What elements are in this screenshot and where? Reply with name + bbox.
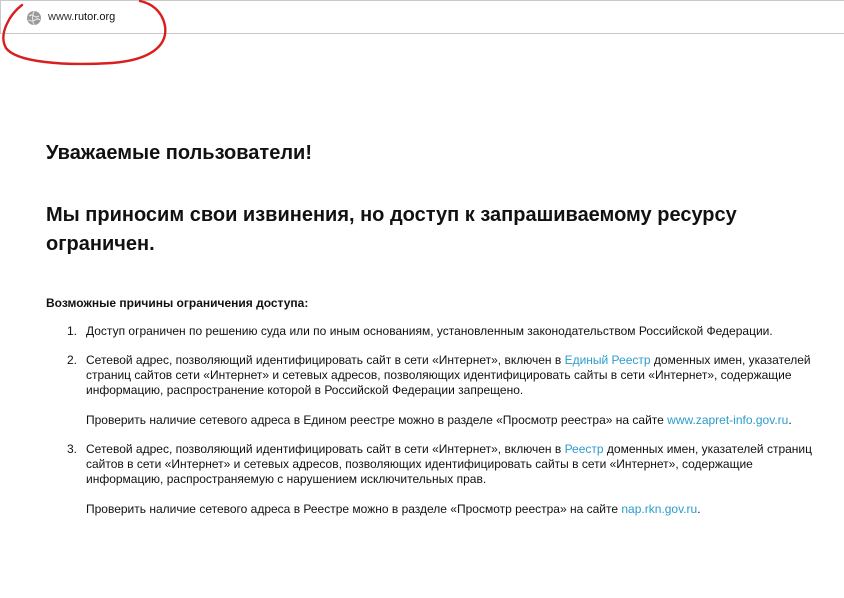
reason-item-1: 1. Доступ ограничен по решению суда или … [46, 324, 831, 339]
nap-rkn-link[interactable]: nap.rkn.gov.ru [621, 502, 697, 516]
reason-number: 1. [67, 324, 78, 338]
reason-item-3: 3. Сетевой адрес, позволяющий идентифици… [46, 442, 831, 517]
reasons-list: 1. Доступ ограничен по решению суда или … [46, 324, 831, 517]
registry-link[interactable]: Реестр [565, 442, 604, 456]
note-text: Проверить наличие сетевого адреса в Реес… [86, 502, 622, 516]
reason-text-part: Сетевой адрес, позволяющий идентифициров… [86, 353, 565, 367]
url-domain: rutor.org [74, 11, 116, 23]
reason-number: 3. [67, 442, 78, 456]
reason-check-note: Проверить наличие сетевого адреса в Реес… [86, 502, 831, 517]
greeting-heading: Уважаемые пользователи! [46, 142, 312, 164]
reason-check-note: Проверить наличие сетевого адреса в Един… [86, 413, 831, 428]
reason-text: Сетевой адрес, позволяющий идентифициров… [86, 353, 831, 398]
reasons-title: Возможные причины ограничения доступа: [46, 296, 309, 310]
reason-text: Доступ ограничен по решению суда или по … [86, 324, 773, 338]
reason-item-2: 2. Сетевой адрес, позволяющий идентифици… [46, 353, 831, 428]
reason-number: 2. [67, 353, 78, 367]
address-bar[interactable]: www.rutor.org [0, 0, 844, 34]
reason-text-part: Сетевой адрес, позволяющий идентифициров… [86, 442, 565, 456]
access-restricted-heading: Мы приносим свои извинения, но доступ к … [46, 204, 737, 255]
note-text: . [697, 502, 701, 516]
globe-icon [27, 10, 41, 26]
note-text: . [788, 413, 792, 427]
reason-text: Сетевой адрес, позволяющий идентифициров… [86, 442, 831, 487]
url-text[interactable]: www.rutor.org [48, 11, 115, 23]
zapret-info-link[interactable]: www.zapret-info.gov.ru [667, 413, 788, 427]
note-text: Проверить наличие сетевого адреса в Един… [86, 413, 668, 427]
unified-registry-link[interactable]: Единый Реестр [565, 353, 651, 367]
url-prefix: www. [48, 11, 75, 23]
